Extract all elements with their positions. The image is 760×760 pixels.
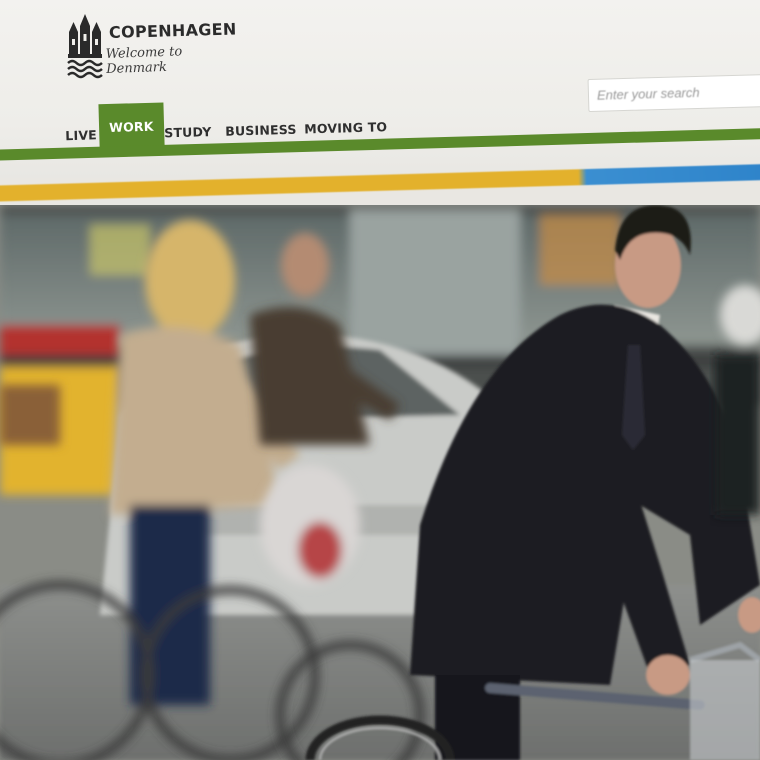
- nav-item-label: STUDY: [164, 123, 212, 140]
- commuters-cycling-photo-icon: [0, 205, 760, 760]
- site-logo[interactable]: COPENHAGEN Welcome to Denmark: [66, 12, 237, 82]
- nav-item-moving-to[interactable]: MOVING TO: [303, 99, 387, 143]
- nav-item-live[interactable]: LIVE: [65, 107, 98, 150]
- nav-item-business[interactable]: BUSINESS: [224, 102, 297, 146]
- nav-item-label: MOVING TO: [303, 118, 388, 137]
- nav-item-label: LIVE: [65, 126, 98, 143]
- nav-item-study[interactable]: STUDY: [163, 104, 212, 147]
- hero-image: [0, 205, 760, 760]
- site-title: COPENHAGEN: [108, 19, 237, 42]
- browser-page: COPENHAGEN Welcome to Denmark LIVE WORK …: [0, 0, 760, 760]
- three-towers-crest-icon: [67, 14, 103, 79]
- nav-item-label: BUSINESS: [225, 121, 297, 139]
- site-tagline: Welcome to Denmark: [105, 44, 183, 77]
- nav-item-label: WORK: [108, 118, 154, 135]
- site-header: COPENHAGEN Welcome to Denmark LIVE WORK …: [0, 0, 760, 178]
